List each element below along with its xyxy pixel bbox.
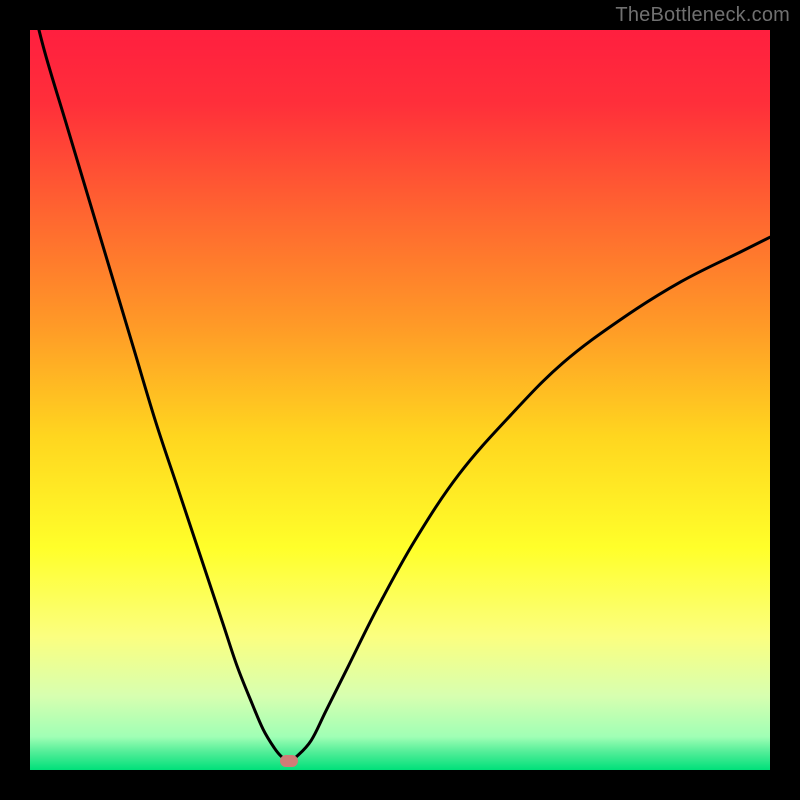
watermark-text: TheBottleneck.com [615, 4, 790, 27]
bottleneck-curve [30, 30, 770, 770]
optimal-point-marker [280, 755, 298, 767]
chart-frame: TheBottleneck.com [0, 0, 800, 800]
plot-area [30, 30, 770, 770]
